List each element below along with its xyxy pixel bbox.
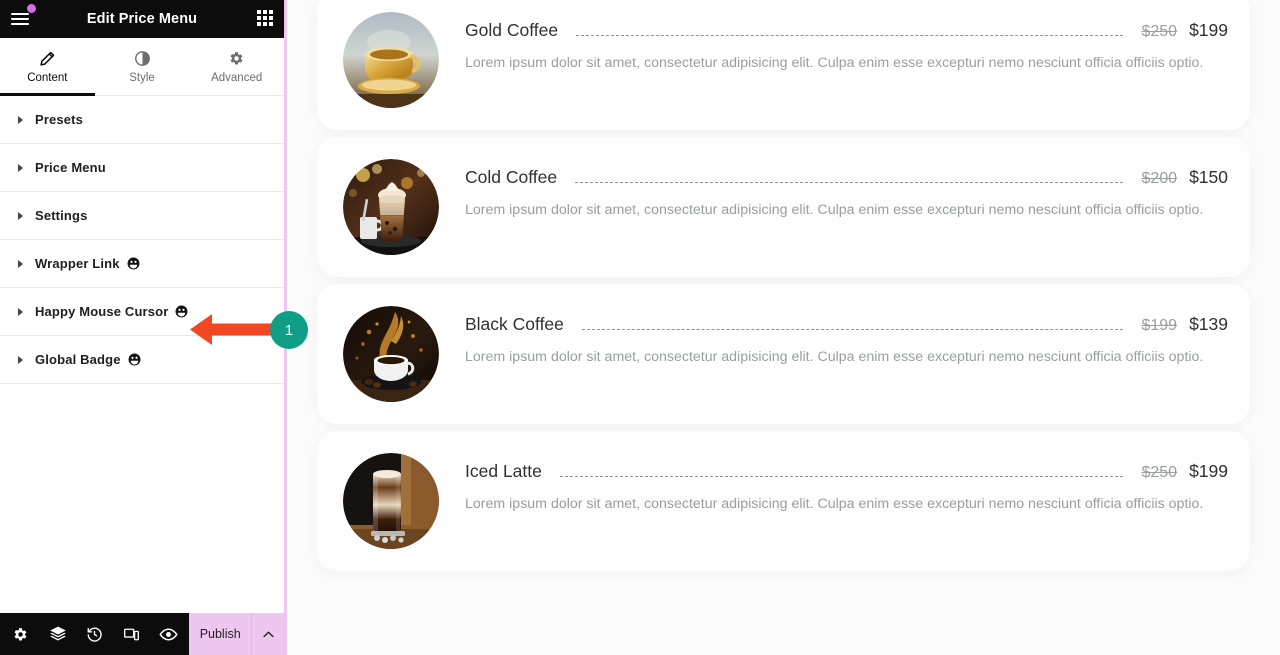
pro-badge-icon <box>128 353 141 366</box>
sidebar-item-label: Price Menu <box>35 160 106 175</box>
item-body: Black Coffee $199 $139 Lorem ipsum dolor… <box>465 306 1228 369</box>
price-menu-item[interactable]: Iced Latte $250 $199 Lorem ipsum dolor s… <box>317 431 1250 571</box>
elementor-editor-window: Edit Price Menu Content Style Advanced P… <box>0 0 1280 655</box>
price-menu-item[interactable]: Gold Coffee $250 $199 Lorem ipsum dolor … <box>317 0 1250 130</box>
chevron-right-icon <box>18 259 23 268</box>
tab-content-label: Content <box>27 71 68 84</box>
sidebar-item-happy-mouse-cursor[interactable]: Happy Mouse Cursor <box>0 288 284 336</box>
tab-content[interactable]: Content <box>0 38 95 96</box>
item-description: Lorem ipsum dolor sit amet, consectetur … <box>465 349 1204 365</box>
item-description: Lorem ipsum dolor sit amet, consectetur … <box>465 202 1204 218</box>
notification-dot-icon <box>27 4 36 13</box>
responsive-devices-icon[interactable] <box>113 613 150 655</box>
sidebar-item-label: Presets <box>35 112 84 127</box>
chevron-right-icon <box>18 163 23 172</box>
panel-header: Edit Price Menu <box>0 0 284 38</box>
editor-panel: Edit Price Menu Content Style Advanced P… <box>0 0 287 655</box>
sidebar-item-wrapper-link[interactable]: Wrapper Link <box>0 240 284 288</box>
item-headline: Cold Coffee $200 $150 <box>465 167 1228 188</box>
gear-icon <box>228 50 245 67</box>
sidebar-item-label: Global Badge <box>35 352 121 367</box>
item-description: Lorem ipsum dolor sit amet, consectetur … <box>465 496 1204 512</box>
iced-latte-glass-photo <box>343 453 439 549</box>
panel-tabs: Content Style Advanced <box>0 38 284 96</box>
item-headline: Iced Latte $250 $199 <box>465 461 1228 482</box>
item-headline: Gold Coffee $250 $199 <box>465 20 1228 41</box>
chevron-right-icon <box>18 307 23 316</box>
price-menu-item[interactable]: Cold Coffee $200 $150 Lorem ipsum dolor … <box>317 137 1250 277</box>
price-menu-item[interactable]: Black Coffee $199 $139 Lorem ipsum dolor… <box>317 284 1250 424</box>
preview-eye-icon[interactable] <box>150 613 187 655</box>
sidebar-item-label: Happy Mouse Cursor <box>35 304 169 319</box>
dotted-separator <box>559 476 1124 477</box>
gold-coffee-cup-photo <box>343 12 439 108</box>
pencil-icon <box>39 50 56 67</box>
item-price-original: $250 <box>1141 464 1178 481</box>
item-body: Gold Coffee $250 $199 Lorem ipsum dolor … <box>465 12 1228 75</box>
grid-apps-icon[interactable] <box>257 10 275 28</box>
sidebar-item-global-badge[interactable]: Global Badge <box>0 336 284 384</box>
panel-title: Edit Price Menu <box>86 11 198 27</box>
sidebar-item-label: Wrapper Link <box>35 256 120 271</box>
dotted-separator <box>576 35 1124 36</box>
tab-advanced[interactable]: Advanced <box>189 38 284 95</box>
item-thumbnail <box>343 306 439 402</box>
item-description: Lorem ipsum dolor sit amet, consectetur … <box>465 55 1204 71</box>
item-price-original: $200 <box>1141 170 1178 187</box>
footer-tools-group <box>0 613 189 655</box>
item-price-sale: $199 <box>1189 461 1228 481</box>
item-title: Gold Coffee <box>465 20 559 40</box>
sidebar-item-label: Settings <box>35 208 88 223</box>
item-price-sale: $150 <box>1189 167 1228 187</box>
item-price-sale: $199 <box>1189 20 1228 40</box>
hamburger-menu-icon[interactable] <box>11 4 36 30</box>
item-thumbnail <box>343 453 439 549</box>
black-coffee-splash-photo <box>343 306 439 402</box>
publish-options-chevron-up-icon[interactable] <box>251 613 284 655</box>
pro-badge-icon <box>175 305 188 318</box>
chevron-right-icon <box>18 211 23 220</box>
item-price-original: $250 <box>1141 23 1178 40</box>
sidebar-item-settings[interactable]: Settings <box>0 192 284 240</box>
tab-style-label: Style <box>129 71 155 84</box>
item-title: Cold Coffee <box>465 167 558 187</box>
chevron-right-icon <box>18 355 23 364</box>
preview-canvas[interactable]: Gold Coffee $250 $199 Lorem ipsum dolor … <box>287 0 1280 655</box>
item-title: Black Coffee <box>465 314 564 334</box>
item-body: Iced Latte $250 $199 Lorem ipsum dolor s… <box>465 453 1228 516</box>
item-thumbnail <box>343 12 439 108</box>
publish-button[interactable]: Publish <box>189 613 252 655</box>
tab-advanced-label: Advanced <box>211 71 263 84</box>
settings-gear-icon[interactable] <box>2 613 39 655</box>
cold-coffee-glass-photo <box>343 159 439 255</box>
item-headline: Black Coffee $199 $139 <box>465 314 1228 335</box>
dotted-separator <box>581 329 1124 330</box>
panel-sections-list: Presets Price Menu Settings Wrapper Link <box>0 96 284 613</box>
panel-footer-toolbar: Publish <box>0 613 284 655</box>
tab-style[interactable]: Style <box>95 38 190 95</box>
item-price-sale: $139 <box>1189 314 1228 334</box>
history-clock-icon[interactable] <box>76 613 113 655</box>
item-price-original: $199 <box>1141 317 1178 334</box>
dotted-separator <box>575 182 1124 183</box>
item-thumbnail <box>343 159 439 255</box>
pro-badge-icon <box>127 257 140 270</box>
chevron-right-icon <box>18 115 23 124</box>
contrast-half-circle-icon <box>134 50 151 67</box>
layers-navigator-icon[interactable] <box>39 613 76 655</box>
item-title: Iced Latte <box>465 461 542 481</box>
sidebar-item-presets[interactable]: Presets <box>0 96 284 144</box>
item-body: Cold Coffee $200 $150 Lorem ipsum dolor … <box>465 159 1228 222</box>
sidebar-item-price-menu[interactable]: Price Menu <box>0 144 284 192</box>
